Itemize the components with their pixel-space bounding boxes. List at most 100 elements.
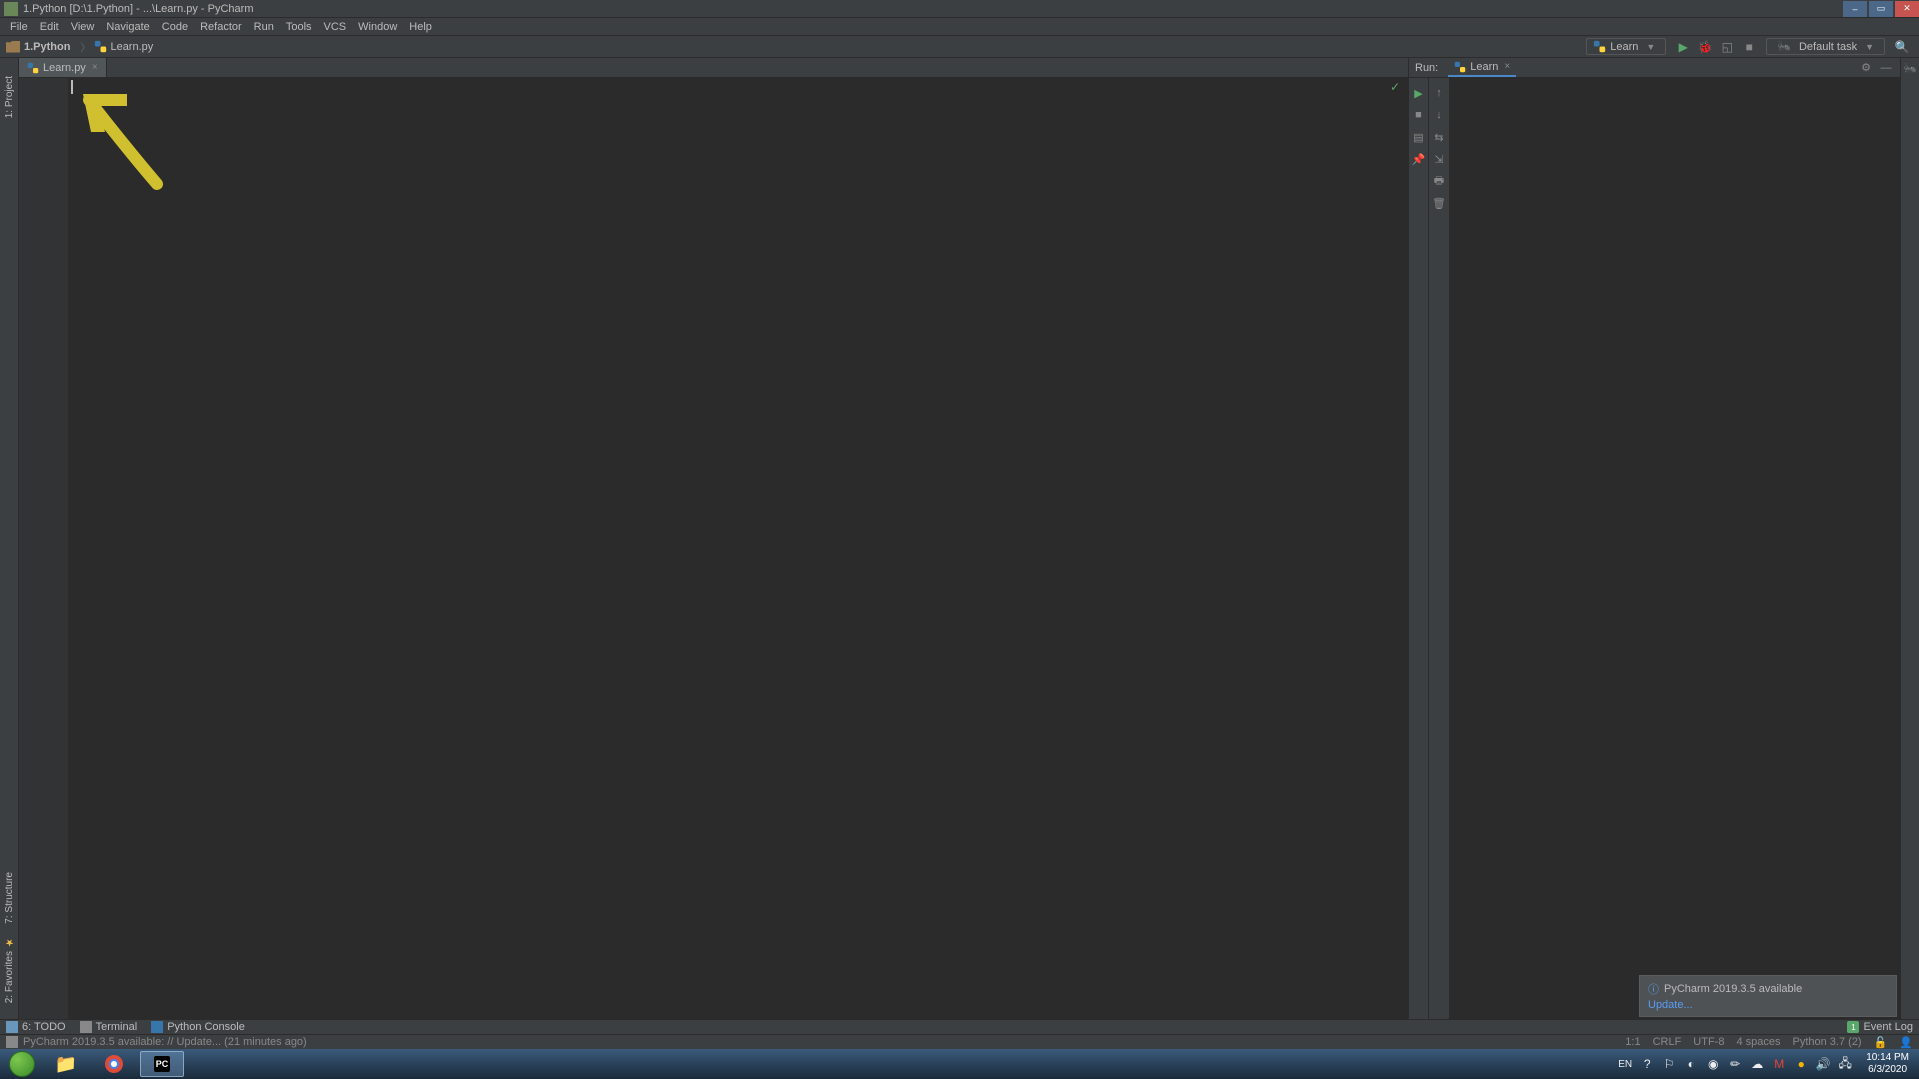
python-console-icon — [151, 1021, 163, 1033]
breadcrumb-project[interactable]: 1.Python — [24, 41, 70, 53]
indent-indicator[interactable]: 4 spaces — [1736, 1036, 1780, 1048]
ant-build-icon[interactable]: 🐜 — [1903, 62, 1917, 75]
minimize-button[interactable]: – — [1843, 1, 1867, 17]
inspection-profile-icon[interactable]: 👤 — [1899, 1036, 1913, 1049]
menu-tools[interactable]: Tools — [280, 21, 318, 33]
window-titlebar: 1.Python [D:\1.Python] - ...\Learn.py - … — [0, 0, 1919, 18]
run-console-output[interactable] — [1449, 78, 1900, 1019]
debug-button[interactable]: 🐞 — [1696, 38, 1714, 56]
chrome-icon — [104, 1054, 124, 1074]
tray-app-icon-2[interactable]: ◉ — [1706, 1057, 1720, 1071]
menu-code[interactable]: Code — [156, 21, 194, 33]
taskbar-explorer[interactable]: 📁 — [44, 1051, 88, 1077]
menubar: File Edit View Navigate Code Refactor Ru… — [0, 18, 1919, 36]
taskbar-clock[interactable]: 10:14 PM 6/3/2020 — [1866, 1052, 1909, 1076]
run-config-name: Learn — [1610, 41, 1638, 53]
scroll-to-end-button[interactable]: ⇲ — [1431, 151, 1447, 167]
inspection-checkmark-icon[interactable]: ✓ — [1390, 80, 1400, 94]
info-icon: ⓘ — [1648, 981, 1659, 997]
run-configuration-selector[interactable]: Learn ▼ — [1586, 38, 1666, 55]
pin-button[interactable]: 📌 — [1411, 151, 1427, 167]
help-icon[interactable]: ? — [1640, 1057, 1654, 1071]
close-tab-icon[interactable]: × — [92, 62, 98, 73]
menu-vcs[interactable]: VCS — [318, 21, 353, 33]
line-column-indicator[interactable]: 1:1 — [1625, 1036, 1640, 1048]
maximize-button[interactable]: ▭ — [1869, 1, 1893, 17]
tool-window-list-icon[interactable] — [6, 1036, 18, 1048]
action-center-icon[interactable]: ⚐ — [1662, 1057, 1676, 1071]
star-icon: ★ — [5, 936, 14, 947]
clear-all-button[interactable]: 🗑 — [1431, 195, 1447, 211]
terminal-tool-button[interactable]: Terminal — [80, 1021, 138, 1033]
editor-tab-learn[interactable]: Learn.py × — [19, 58, 107, 77]
run-tab-learn[interactable]: Learn × — [1448, 59, 1516, 77]
tray-app-icon-1[interactable]: ◐ — [1684, 1057, 1698, 1071]
encoding-indicator[interactable]: UTF-8 — [1693, 1036, 1724, 1048]
python-console-tool-button[interactable]: Python Console — [151, 1021, 245, 1033]
menu-view[interactable]: View — [65, 21, 101, 33]
python-file-icon — [27, 62, 39, 74]
editor-tabs: Learn.py × — [19, 58, 1408, 78]
code-area[interactable] — [69, 78, 1408, 1019]
event-log-button[interactable]: 1Event Log — [1847, 1021, 1913, 1033]
pycharm-icon: PC — [154, 1056, 171, 1072]
left-tool-rail: 1: Project 7: Structure 2: Favorites★ — [0, 58, 19, 1019]
tray-app-icon-6[interactable]: ● — [1794, 1057, 1808, 1071]
up-stack-button[interactable]: ↑ — [1431, 85, 1447, 101]
structure-tool-button[interactable]: 7: Structure — [4, 872, 15, 924]
menu-navigate[interactable]: Navigate — [100, 21, 155, 33]
notification-title: PyCharm 2019.3.5 available — [1664, 983, 1802, 995]
pycharm-icon — [4, 2, 18, 16]
menu-refactor[interactable]: Refactor — [194, 21, 248, 33]
run-with-coverage-button[interactable]: ◱ — [1718, 38, 1736, 56]
soft-wrap-button[interactable]: ⇆ — [1431, 129, 1447, 145]
volume-icon[interactable]: 🔊 — [1816, 1057, 1830, 1071]
right-tool-rail: 🐜 — [1900, 58, 1919, 1019]
editor-body[interactable]: ✓ — [19, 78, 1408, 1019]
run-minimize-icon[interactable]: — — [1878, 60, 1894, 76]
menu-window[interactable]: Window — [352, 21, 403, 33]
layout-button[interactable]: ▤ — [1411, 129, 1427, 145]
menu-help[interactable]: Help — [403, 21, 438, 33]
run-button[interactable]: ▶ — [1674, 38, 1692, 56]
menu-run[interactable]: Run — [248, 21, 280, 33]
menu-file[interactable]: File — [4, 21, 34, 33]
favorites-tool-button[interactable]: 2: Favorites★ — [4, 936, 15, 1003]
close-run-tab-icon[interactable]: × — [1504, 61, 1510, 72]
annotation-arrow — [77, 84, 177, 194]
update-notification: ⓘ PyCharm 2019.3.5 available Update... — [1639, 975, 1897, 1017]
python-interpreter-indicator[interactable]: Python 3.7 (2) — [1793, 1036, 1862, 1048]
network-icon[interactable]: 🖧 — [1838, 1057, 1852, 1071]
tray-app-icon-5[interactable]: M — [1772, 1057, 1786, 1071]
breadcrumb-file[interactable]: Learn.py — [110, 41, 153, 53]
stop-process-button[interactable]: ■ — [1411, 107, 1427, 123]
start-button[interactable] — [4, 1051, 40, 1077]
tray-app-icon-3[interactable]: ✏ — [1728, 1057, 1742, 1071]
folder-icon — [4, 62, 15, 72]
run-settings-icon[interactable]: ⚙ — [1858, 60, 1874, 76]
editor-gutter — [19, 78, 69, 1019]
todo-tool-button[interactable]: 6: TODO — [6, 1021, 66, 1033]
language-indicator[interactable]: EN — [1618, 1057, 1632, 1071]
down-stack-button[interactable]: ↓ — [1431, 107, 1447, 123]
run-toolbar-left: ▶ ■ ▤ 📌 — [1409, 78, 1429, 1019]
todo-icon — [6, 1021, 18, 1033]
rerun-button[interactable]: ▶ — [1411, 85, 1427, 101]
close-button[interactable]: ✕ — [1895, 1, 1919, 17]
menu-edit[interactable]: Edit — [34, 21, 65, 33]
line-separator-indicator[interactable]: CRLF — [1653, 1036, 1682, 1048]
status-message: PyCharm 2019.3.5 available: // Update...… — [23, 1036, 307, 1048]
search-everywhere-button[interactable]: 🔍 — [1893, 38, 1911, 56]
text-caret — [71, 80, 73, 94]
clock-date: 6/3/2020 — [1866, 1064, 1909, 1076]
project-tool-button[interactable]: 1: Project — [4, 62, 15, 118]
stop-button[interactable]: ■ — [1740, 38, 1758, 56]
print-button[interactable]: 🖶 — [1431, 173, 1447, 189]
default-task-selector[interactable]: 🐜 Default task ▼ — [1766, 38, 1885, 55]
update-link[interactable]: Update... — [1648, 999, 1693, 1011]
readonly-lock-icon[interactable]: 🔓 — [1874, 1036, 1888, 1049]
bottom-tool-rail: 6: TODO Terminal Python Console 1Event L… — [0, 1019, 1919, 1034]
tray-app-icon-4[interactable]: ☁ — [1750, 1057, 1764, 1071]
taskbar-chrome[interactable] — [92, 1051, 136, 1077]
taskbar-pycharm[interactable]: PC — [140, 1051, 184, 1077]
